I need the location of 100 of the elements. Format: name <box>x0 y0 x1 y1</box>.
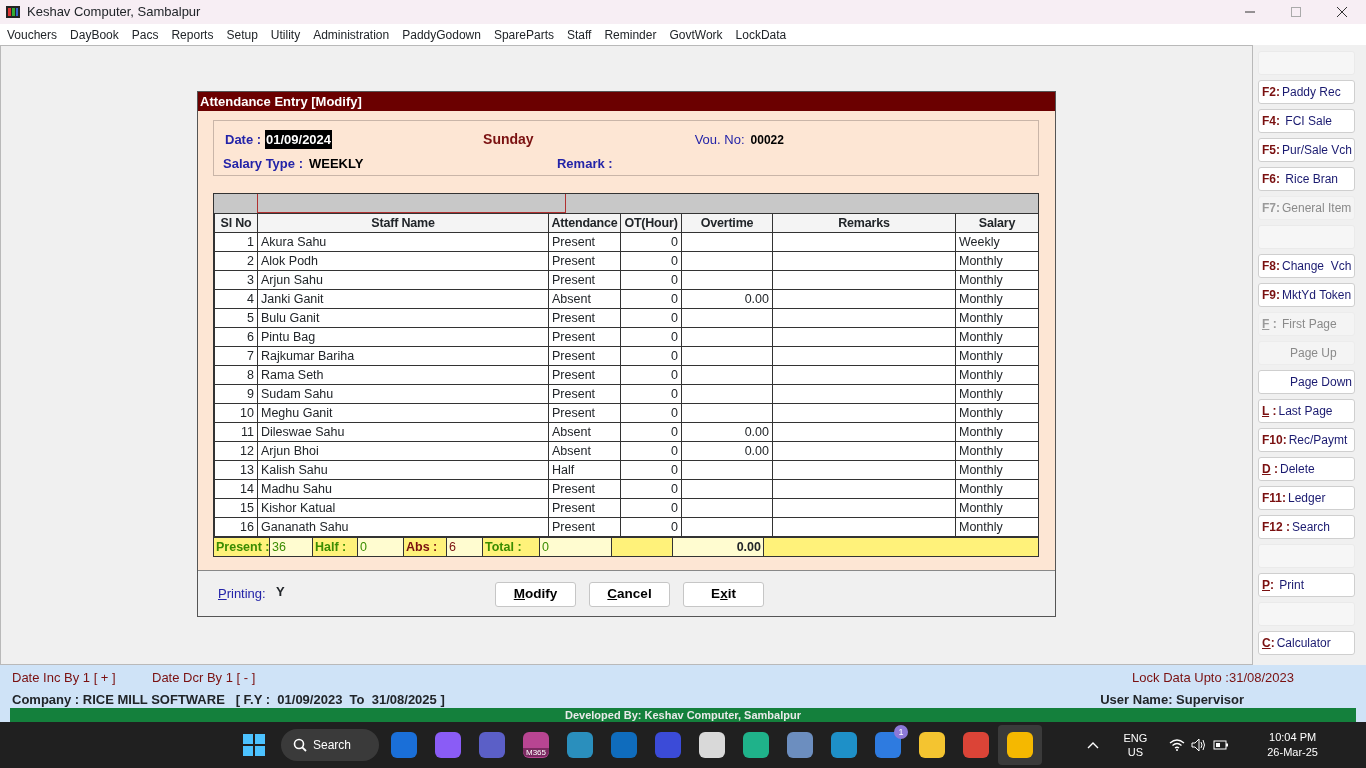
table-cell: Present <box>552 234 596 249</box>
shortcut-button[interactable]: F6: Rice Bran <box>1258 167 1355 191</box>
shortcut-button[interactable]: F10: Rec/Paymt <box>1258 428 1355 452</box>
table-cell: 0 <box>671 234 678 249</box>
field-label: Vou. No: <box>694 130 745 149</box>
menu-item[interactable]: PaddyGodown <box>402 25 481 44</box>
table-cell: Monthly <box>959 519 1003 534</box>
table-cell: 1 <box>247 234 254 249</box>
shortcut-button[interactable]: F9: MktYd Token <box>1258 283 1355 307</box>
table-cell: 11 <box>241 424 254 439</box>
table-cell: Monthly <box>959 329 1003 344</box>
action-button[interactable]: Cancel <box>589 581 670 607</box>
action-button[interactable]: Modify <box>495 581 576 607</box>
wifi-icon[interactable] <box>1169 739 1186 751</box>
app-icon[interactable] <box>743 732 769 758</box>
table-cell: 0 <box>671 519 678 534</box>
menu-item[interactable]: Setup <box>226 25 258 44</box>
table-cell: Present <box>552 519 596 534</box>
shortcut-button[interactable]: F5: Pur/Sale Vch <box>1258 138 1355 162</box>
table-cell: 0 <box>671 462 678 477</box>
menu-item[interactable]: Pacs <box>131 25 159 44</box>
menu-item[interactable]: Staff <box>566 25 592 44</box>
speaker-icon[interactable] <box>1191 738 1208 752</box>
menu-item[interactable]: Reminder <box>604 25 657 44</box>
table-cell: 9 <box>247 386 254 401</box>
menu-item[interactable]: Vouchers <box>7 25 58 44</box>
table-cell: Present <box>552 310 596 325</box>
action-button[interactable]: Exit <box>683 581 764 607</box>
table-cell: Present <box>552 253 596 268</box>
table-cell: 7 <box>247 348 254 363</box>
developer-banner: Developed By: Keshav Computer, Sambalpur <box>10 708 1356 722</box>
menu-item[interactable]: DayBook <box>70 25 119 44</box>
table-cell: Half <box>552 462 575 477</box>
table-cell: Monthly <box>959 500 1003 515</box>
table-cell: Monthly <box>959 424 1003 439</box>
shortcut-button[interactable]: F2: Paddy Rec <box>1258 80 1355 104</box>
search-icon <box>293 738 307 752</box>
table-cell: Kishor Katual <box>261 500 336 515</box>
start-icon[interactable] <box>243 734 265 756</box>
column-header[interactable]: OT(Hour) <box>620 213 682 233</box>
shortcut-button[interactable]: C: Calculator <box>1258 631 1355 655</box>
close-icon[interactable] <box>1335 6 1349 18</box>
menu-item[interactable]: SpareParts <box>493 25 554 44</box>
table-cell: Monthly <box>959 405 1003 420</box>
shortcut-button[interactable]: L : Last Page <box>1258 399 1355 423</box>
table-cell: 0 <box>671 500 678 515</box>
table-cell: Kalish Sahu <box>261 462 328 477</box>
salary-type-value: WEEKLY <box>308 155 365 173</box>
table-cell: 5 <box>247 310 254 325</box>
app-icon[interactable] <box>787 732 813 758</box>
summary-value: 36 <box>270 538 313 556</box>
table-cell: 16 <box>240 519 254 534</box>
table-cell: Arjun Sahu <box>261 272 323 287</box>
app-icon[interactable] <box>699 732 725 758</box>
table-cell: 8 <box>247 367 254 382</box>
column-header[interactable]: Sl No <box>214 213 258 233</box>
date-field[interactable]: 01/09/2024 <box>265 129 333 150</box>
column-header[interactable]: Staff Name <box>257 213 549 233</box>
summary-value: 0 <box>540 538 612 556</box>
menu-item[interactable]: Utility <box>270 25 301 44</box>
app-icon[interactable]: M365 <box>523 732 549 758</box>
overtime-total: 0.00 <box>673 538 764 556</box>
table-cell: 0 <box>671 367 678 382</box>
user-name-text: User Name: Supervisor <box>1100 690 1244 709</box>
shortcut-button[interactable]: F4: FCI Sale <box>1258 109 1355 133</box>
table-cell: 0.00 <box>744 424 769 439</box>
table-cell: 0 <box>671 291 678 306</box>
column-header[interactable]: Overtime <box>681 213 773 233</box>
table-cell: 14 <box>240 481 254 496</box>
table-cell: Janki Ganit <box>261 291 324 306</box>
table-cell: 0 <box>671 481 678 496</box>
column-header[interactable]: Remarks <box>772 213 956 233</box>
table-cell: Present <box>552 405 596 420</box>
table-cell: 0 <box>671 253 678 268</box>
menu-item[interactable]: LockData <box>735 25 787 44</box>
table-cell: Alok Podh <box>261 253 318 268</box>
company-text: Company : RICE MILL SOFTWARE [ F.Y : 01/09/2023 To 31/08/2025 ] <box>12 690 445 709</box>
menu-item[interactable]: Administration <box>313 25 390 44</box>
field-label: Remark : <box>556 155 613 173</box>
shortcut-button[interactable]: P: Print <box>1258 573 1355 597</box>
chevron-up-icon[interactable] <box>1087 741 1100 749</box>
notification-count: 1 <box>894 725 908 739</box>
shortcut-button[interactable]: F12 : Search <box>1258 515 1355 539</box>
shortcut-button[interactable]: F8: Change Vch <box>1258 254 1355 278</box>
battery-icon[interactable] <box>1213 739 1230 751</box>
table-cell: Monthly <box>959 348 1003 363</box>
shortcut-button[interactable]: Page Down <box>1258 370 1355 394</box>
app-icon[interactable] <box>1007 732 1033 758</box>
table-cell: Weekly <box>959 234 1000 249</box>
language-indicator[interactable]: ENG US <box>1123 731 1148 759</box>
shortcut-button[interactable]: D : Delete <box>1258 457 1355 481</box>
menu-item[interactable]: GovtWork <box>669 25 723 44</box>
clock[interactable]: 10:04 PM 26-Mar-25 <box>1267 730 1318 760</box>
app-icon[interactable] <box>919 732 945 758</box>
search-box[interactable]: Search <box>281 729 379 761</box>
menu-item[interactable]: Reports <box>171 25 214 44</box>
column-header[interactable]: Salary <box>955 213 1039 233</box>
column-header[interactable]: Attendance <box>548 213 621 233</box>
shortcut-button[interactable]: F11: Ledger <box>1258 486 1355 510</box>
table-cell: 0 <box>671 424 678 439</box>
